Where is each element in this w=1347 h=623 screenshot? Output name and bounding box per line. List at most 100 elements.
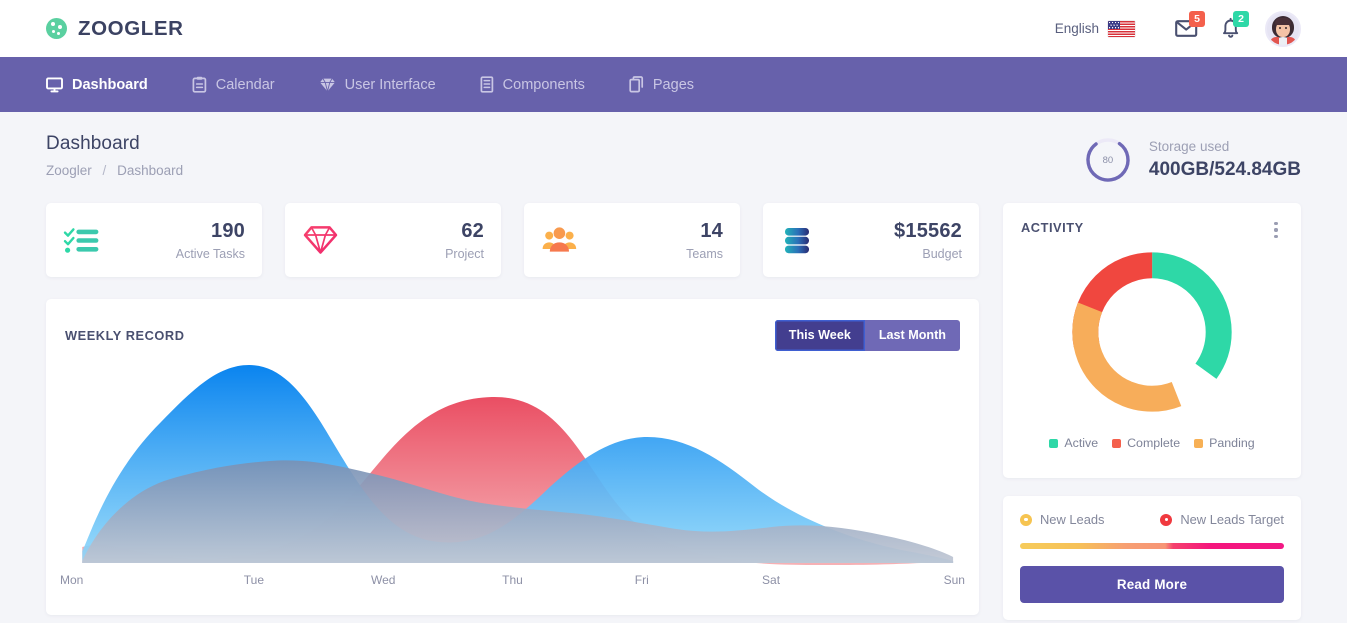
legend-label: Panding [1209,436,1255,451]
page-header: Dashboard Zoogler / Dashboard 80 Storage… [0,112,1347,185]
stat-text: 190 Active Tasks [176,220,245,261]
nav-item-pages[interactable]: Pages [629,57,716,112]
top-bar-actions: English 5 2 [1055,9,1301,49]
activity-legend: Active Complete Panding [1021,436,1283,450]
toggle-last-month[interactable]: Last Month [864,320,960,351]
people-icon [541,225,587,255]
weekly-record-title: WEEKLY RECORD [65,327,185,343]
stat-label: Active Tasks [175,246,245,261]
stat-card-active-tasks[interactable]: 190 Active Tasks [46,203,262,277]
nav-item-components[interactable]: Components [480,57,607,112]
activity-header: ACTIVITY [1021,220,1283,239]
x-tick: Wed [370,573,396,587]
legend-item-panding[interactable]: Panding [1194,436,1255,451]
nav-item-calendar[interactable]: Calendar [192,57,297,112]
breadcrumb-current: Dashboard [117,163,184,178]
new-leads-dot-icon [1020,513,1032,526]
nav-label: Components [502,76,585,93]
stat-value: $15562 [894,219,962,242]
x-tick: Fri [634,573,649,587]
stat-card-budget[interactable]: $15562 Budget [763,203,979,277]
legend-dot-icon [1112,438,1122,448]
read-more-button[interactable]: Read More [1020,566,1284,603]
storage-percent-label: 80 [1102,154,1114,166]
range-toggle: This Week Last Month [774,320,960,351]
activity-panel: ACTIVITY Active Complete Panding [1003,203,1301,478]
legend-label: Active [1064,436,1099,451]
stat-text: 62 Project [445,220,484,261]
nav-label: Pages [652,76,695,93]
legend-item-new-leads: New Leads [1020,512,1105,527]
stat-text: 14 Teams [686,220,723,261]
storage-label: Storage used [1148,139,1230,154]
stat-text: $15562 Budget [894,220,962,261]
x-tick: Sat [762,573,781,587]
weekly-record-header: WEEKLY RECORD This Week Last Month [46,299,979,351]
database-icon [780,224,826,256]
messages-badge: 5 [1189,10,1205,27]
breadcrumb-separator: / [102,163,107,178]
stat-card-teams[interactable]: 14 Teams [524,203,740,277]
toggle-this-week[interactable]: This Week [774,320,865,351]
storage-text: Storage used 400GB/524.84GB [1149,139,1301,181]
diamond-icon [319,77,335,92]
main-content: 190 Active Tasks 62 Project 14 Teams $15… [0,185,1347,620]
zoogler-ball-icon [46,18,67,39]
new-leads-label: New Leads [1040,512,1105,527]
desktop-icon [46,76,63,92]
us-flag-icon [1108,20,1135,37]
list-document-icon [480,76,493,93]
legend-dot-icon [1049,438,1059,448]
nav-label: User Interface [344,76,436,93]
language-label: English [1054,21,1099,36]
new-leads-target-dot-icon [1160,513,1173,526]
storage-value: 400GB/524.84GB [1148,159,1301,180]
storage-widget: 80 Storage used 400GB/524.84GB [1083,133,1301,185]
left-column: 190 Active Tasks 62 Project 14 Teams $15… [46,203,979,620]
weekly-record-panel: WEEKLY RECORD This Week Last Month Mon T… [46,299,979,615]
more-vertical-icon[interactable] [1269,220,1283,239]
checklist-icon [63,225,109,255]
main-navigation: Dashboard Calendar User Interface Compon… [0,57,1347,112]
stat-label: Budget [922,246,962,261]
activity-donut-chart [1021,244,1283,420]
leads-legend: New Leads New Leads Target [1020,512,1284,527]
clipboard-icon [192,76,206,93]
stat-card-project[interactable]: 62 Project [285,203,501,277]
brand-logo-link[interactable]: ZOOGLER [46,17,184,41]
brand-name: ZOOGLER [78,16,184,40]
legend-item-active[interactable]: Active [1049,436,1098,450]
messages-button[interactable]: 5 [1165,9,1209,49]
diamond-icon [302,224,348,256]
nav-label: Calendar [215,76,275,93]
x-tick: Tue [243,573,265,587]
nav-label: Dashboard [72,76,148,93]
stat-value: 62 [461,219,484,242]
weekly-record-chart [46,351,979,575]
right-column: ACTIVITY Active Complete Panding New Lea… [1003,203,1301,620]
notifications-button[interactable]: 2 [1209,9,1253,49]
stat-label: Project [445,246,484,261]
x-tick: Sun [943,573,965,587]
stats-row: 190 Active Tasks 62 Project 14 Teams $15… [46,203,979,277]
breadcrumb-root[interactable]: Zoogler [46,163,92,178]
notifications-badge: 2 [1233,10,1249,27]
storage-progress-ring: 80 [1083,135,1133,185]
legend-dot-icon [1194,438,1204,448]
x-tick: Mon [60,573,84,587]
language-selector[interactable]: English [1054,20,1135,37]
nav-item-dashboard[interactable]: Dashboard [46,57,170,112]
top-bar: ZOOGLER English 5 2 [0,0,1347,57]
leads-progress-bar [1020,543,1284,549]
legend-item-new-leads-target: New Leads Target [1160,512,1284,527]
avatar[interactable] [1265,10,1301,47]
x-tick: Thu [502,573,523,587]
legend-label: Complete [1127,436,1181,451]
activity-title: ACTIVITY [1021,220,1084,235]
breadcrumb: Zoogler / Dashboard [46,163,183,178]
stat-value: 14 [700,219,723,242]
nav-item-user-interface[interactable]: User Interface [319,57,458,112]
legend-item-complete[interactable]: Complete [1112,436,1180,450]
leads-panel: New Leads New Leads Target Read More [1003,496,1301,620]
chart-x-axis: Mon Tue Wed Thu Fri Sat Sun [46,573,979,587]
